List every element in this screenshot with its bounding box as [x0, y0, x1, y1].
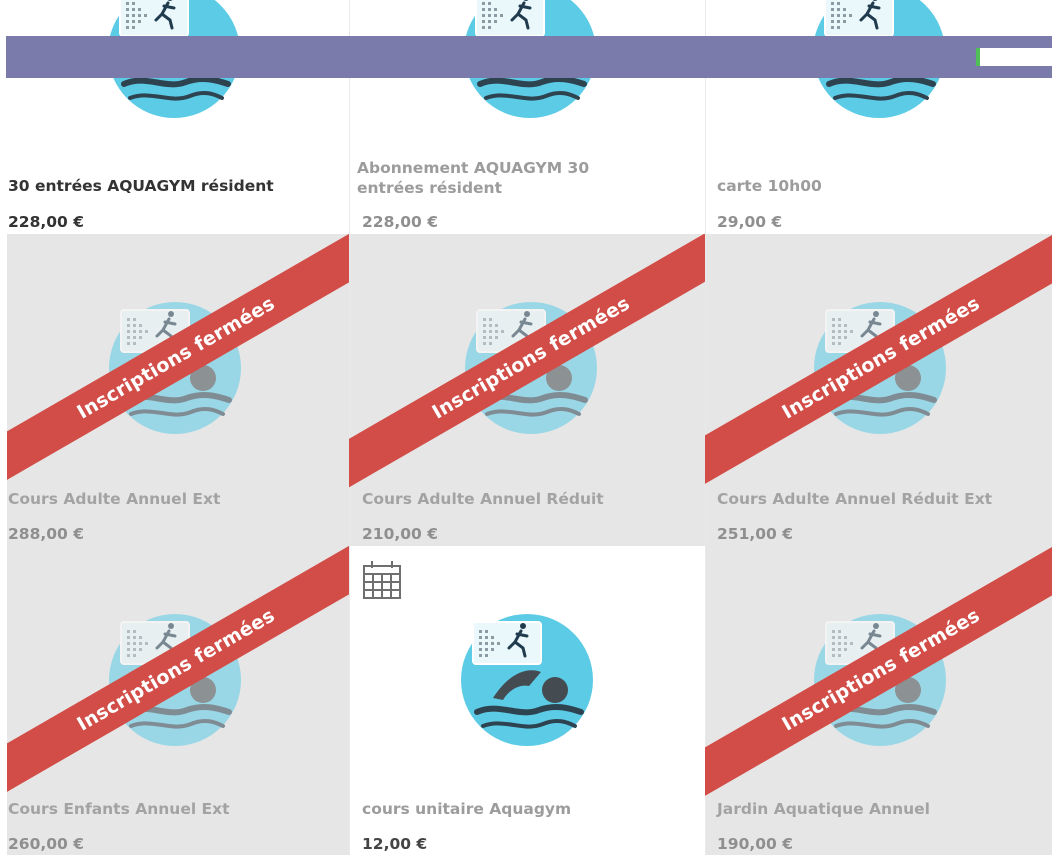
- registrations-closed-ribbon: Inscriptions fermées: [7, 234, 349, 507]
- registrations-closed-ribbon: Inscriptions fermées: [349, 234, 705, 507]
- product-card-closed[interactable]: Inscriptions fermées Cours Adulte Annuel…: [7, 234, 349, 546]
- product-price: 251,00 €: [717, 525, 793, 543]
- search-input[interactable]: [976, 48, 1052, 66]
- product-price: 12,00 €: [362, 835, 428, 853]
- product-listing-page: 30 entrées AQUAGYM résident 228,00 € Abo…: [0, 0, 1052, 855]
- product-price: 260,00 €: [8, 835, 84, 853]
- product-card-closed[interactable]: Inscriptions fermées Cours Adulte Annuel…: [349, 234, 705, 546]
- product-name[interactable]: Jardin Aquatique Annuel: [717, 799, 1037, 819]
- calendar-icon: [363, 561, 401, 599]
- header-bar: [6, 36, 1052, 78]
- product-grid: 30 entrées AQUAGYM résident 228,00 € Abo…: [0, 0, 1052, 855]
- product-name[interactable]: carte 10h00: [717, 176, 1017, 196]
- product-price: 29,00 €: [717, 213, 783, 231]
- product-name[interactable]: Cours Adulte Annuel Réduit Ext: [717, 489, 1037, 509]
- product-name[interactable]: Cours Adulte Annuel Réduit: [362, 489, 682, 509]
- registrations-closed-ribbon: Inscriptions fermées: [7, 546, 349, 819]
- product-price: 190,00 €: [717, 835, 793, 853]
- product-card-closed[interactable]: Inscriptions fermées Cours Enfants Annue…: [7, 546, 349, 855]
- product-price: 228,00 €: [362, 213, 438, 231]
- card-divider: [705, 546, 706, 855]
- product-name[interactable]: Cours Adulte Annuel Ext: [8, 489, 328, 509]
- product-name[interactable]: 30 entrées AQUAGYM résident: [8, 176, 328, 196]
- registrations-closed-ribbon: Inscriptions fermées: [705, 546, 1052, 819]
- product-card[interactable]: cours unitaire Aquagym 12,00 €: [349, 546, 705, 855]
- swimmer-logo-icon: [459, 612, 595, 748]
- product-price: 228,00 €: [8, 213, 84, 231]
- product-price: 288,00 €: [8, 525, 84, 543]
- card-divider: [349, 234, 350, 546]
- card-divider: [349, 546, 350, 855]
- product-name[interactable]: Cours Enfants Annuel Ext: [8, 799, 328, 819]
- product-name[interactable]: cours unitaire Aquagym: [362, 799, 682, 819]
- card-divider: [705, 234, 706, 546]
- product-card-closed[interactable]: Inscriptions fermées Cours Adulte Annuel…: [705, 234, 1052, 546]
- product-card-closed[interactable]: Inscriptions fermées Jardin Aquatique An…: [705, 546, 1052, 855]
- product-name[interactable]: Abonnement AQUAGYM 30 entrées résident: [357, 158, 637, 198]
- registrations-closed-ribbon: Inscriptions fermées: [705, 234, 1052, 507]
- product-price: 210,00 €: [362, 525, 438, 543]
